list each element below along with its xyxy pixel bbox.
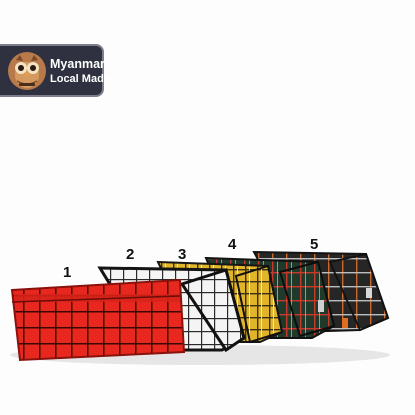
wallet-1 — [10, 278, 186, 362]
wallet-number-5: 5 — [310, 236, 319, 253]
wallet-number-1: 1 — [63, 264, 72, 281]
wallet-number-3: 3 — [178, 246, 187, 263]
badge-line-2: Local Made — [50, 73, 110, 85]
wallet-number-2: 2 — [126, 246, 135, 263]
owl-icon — [8, 52, 46, 90]
wallet-number-4: 4 — [228, 236, 237, 253]
brand-badge: Myanmar Local Made — [0, 44, 110, 97]
badge-line-1: Myanmar — [50, 57, 105, 71]
